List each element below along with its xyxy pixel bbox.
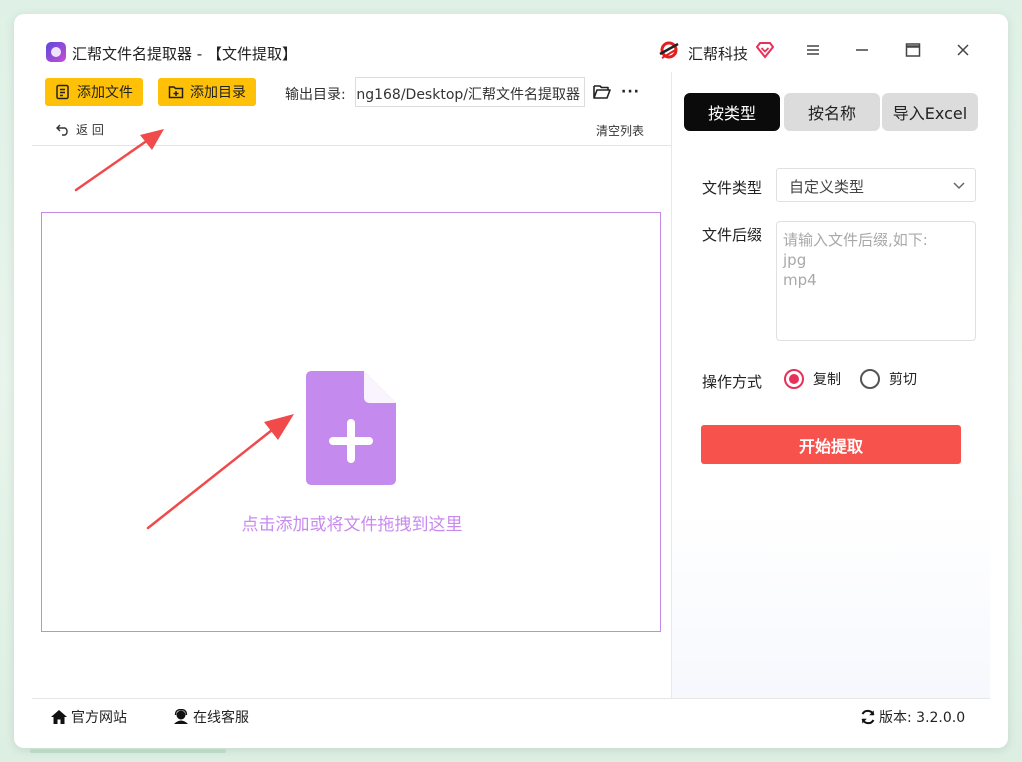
drop-hint-text: 点击添加或将文件拖拽到这里	[241, 515, 463, 535]
app-logo-icon	[46, 42, 66, 62]
version-info[interactable]: 版本: 3.2.0.0	[860, 707, 965, 727]
radio-cut[interactable]: 剪切	[860, 369, 917, 389]
maximize-icon[interactable]	[905, 42, 921, 58]
options-panel: 按类型 按名称 导入Excel 文件类型 自定义类型 文件后缀 请输入文件后缀,…	[672, 72, 990, 698]
radio-unselected-icon	[860, 369, 880, 389]
folder-open-icon[interactable]	[593, 84, 611, 100]
brand-name: 汇帮科技	[688, 45, 749, 63]
online-service-label: 在线客服	[193, 710, 249, 726]
annotation-arrow-dropzone-icon	[146, 414, 294, 530]
add-file-large-icon	[306, 371, 396, 485]
radio-cut-label: 剪切	[889, 372, 917, 388]
output-dir-field[interactable]: ang168/Desktop/汇帮文件名提取器	[355, 77, 585, 107]
menu-icon[interactable]	[805, 42, 821, 58]
file-drop-zone[interactable]: 点击添加或将文件拖拽到这里	[41, 212, 661, 632]
clear-list-button[interactable]: 清空列表	[596, 122, 644, 139]
more-options-icon[interactable]: ···	[621, 84, 640, 100]
file-type-value: 自定义类型	[789, 178, 865, 196]
vip-diamond-icon[interactable]	[756, 41, 774, 59]
undo-arrow-icon	[56, 124, 68, 136]
title-bar[interactable]: 汇帮文件名提取器 - 【文件提取】 汇帮科技	[14, 14, 1008, 72]
window-title: 汇帮文件名提取器 - 【文件提取】	[72, 45, 297, 63]
status-bar: 官方网站 在线客服 版本: 3.2.0.0	[32, 698, 990, 730]
operation-mode-label: 操作方式	[702, 373, 763, 391]
home-icon	[51, 710, 67, 724]
annotation-arrow-toolbar-icon	[74, 129, 164, 192]
file-type-select[interactable]: 自定义类型	[776, 168, 976, 202]
brand-logo-icon	[659, 41, 679, 59]
radio-copy-label: 复制	[813, 372, 841, 388]
file-suffix-label: 文件后缀	[702, 226, 763, 244]
output-dir-label: 输出目录:	[285, 87, 346, 103]
add-folder-icon	[168, 86, 184, 99]
radio-selected-icon	[784, 369, 804, 389]
chevron-down-icon	[953, 182, 965, 190]
output-dir-value: ang168/Desktop/汇帮文件名提取器	[355, 87, 580, 103]
add-file-button[interactable]: 添加文件	[45, 78, 143, 106]
close-icon[interactable]	[955, 42, 971, 58]
add-directory-button[interactable]: 添加目录	[158, 78, 256, 106]
add-directory-label: 添加目录	[190, 85, 246, 101]
official-site-label: 官方网站	[71, 710, 127, 726]
customer-service-icon	[174, 709, 188, 724]
tab-by-name[interactable]: 按名称	[784, 93, 880, 131]
add-file-icon	[56, 84, 69, 100]
online-service-link[interactable]: 在线客服	[172, 707, 249, 727]
start-extract-button[interactable]: 开始提取	[701, 425, 961, 464]
file-suffix-input[interactable]: 请输入文件后缀,如下: jpg mp4	[776, 221, 976, 341]
minimize-icon[interactable]	[854, 42, 870, 58]
radio-copy[interactable]: 复制	[784, 369, 841, 389]
taskbar-indicator	[30, 749, 226, 753]
tab-import-excel[interactable]: 导入Excel	[882, 93, 978, 131]
add-file-label: 添加文件	[77, 85, 133, 101]
file-type-label: 文件类型	[702, 179, 763, 197]
official-site-link[interactable]: 官方网站	[50, 707, 127, 727]
refresh-icon	[861, 709, 875, 725]
tab-by-type[interactable]: 按类型	[684, 93, 780, 131]
version-label: 版本: 3.2.0.0	[879, 710, 966, 726]
